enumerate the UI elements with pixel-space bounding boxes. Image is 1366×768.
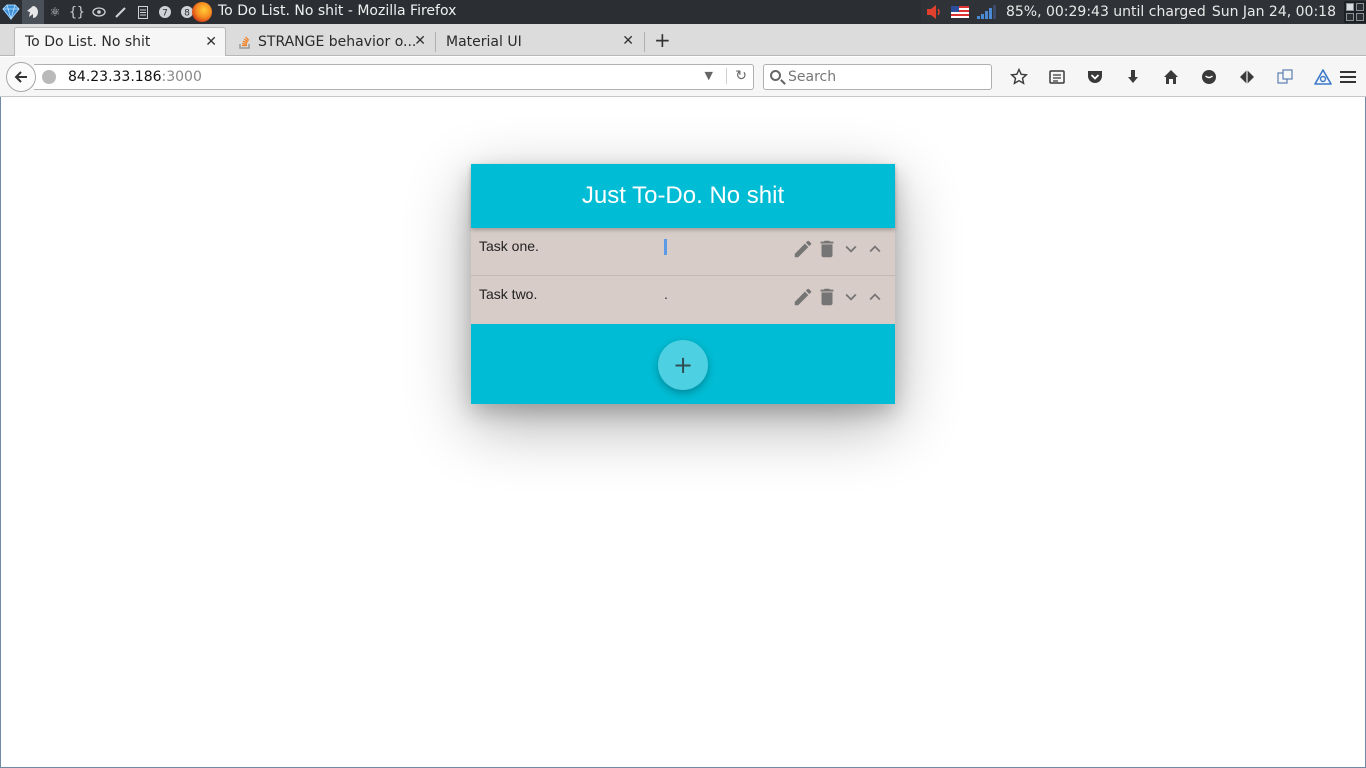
stackoverflow-icon xyxy=(239,36,250,49)
bookmark-star-icon[interactable] xyxy=(1000,65,1038,89)
site-info-icon[interactable] xyxy=(42,70,56,84)
search-icon xyxy=(770,70,781,81)
atom-icon[interactable] xyxy=(22,0,44,24)
add-task-button[interactable]: + xyxy=(658,340,708,390)
url-text[interactable]: 84.23.33.186:3000 xyxy=(68,69,202,85)
braces-icon[interactable]: {} xyxy=(66,0,88,24)
tab-material-ui[interactable]: Material UI ✕ xyxy=(436,27,642,56)
delete-icon[interactable] xyxy=(815,285,839,309)
navigation-toolbar: 84.23.33.186:3000 ▼ ↻ xyxy=(0,57,1366,97)
chevron-up-icon[interactable] xyxy=(863,285,887,309)
task-item[interactable]: Task one. xyxy=(471,228,895,276)
task-marker: . xyxy=(664,286,668,302)
chat-icon[interactable] xyxy=(1190,65,1228,89)
tab-todo[interactable]: To Do List. No shit ✕ xyxy=(14,27,226,56)
search-input[interactable] xyxy=(788,65,988,89)
history-dropdown-icon[interactable]: ▼ xyxy=(705,69,713,82)
eye-icon[interactable] xyxy=(88,0,110,24)
tab-stackoverflow[interactable]: STRANGE behavior o... ✕ xyxy=(228,27,434,56)
window-title: To Do List. No shit - Mozilla Firefox xyxy=(218,3,457,19)
svg-text:8: 8 xyxy=(184,9,190,19)
tab-strip: To Do List. No shit ✕ STRANGE behavior o… xyxy=(0,24,1366,56)
reading-list-icon[interactable] xyxy=(1038,65,1076,89)
task-text[interactable]: Task two. xyxy=(479,286,537,302)
document-icon[interactable] xyxy=(132,0,154,24)
firefox-icon xyxy=(192,2,212,22)
diamond-icon[interactable] xyxy=(0,0,22,24)
task-actions xyxy=(791,237,887,261)
react-icon[interactable]: ⚛ xyxy=(44,0,66,24)
clock[interactable]: Sun Jan 24, 00:18 xyxy=(1212,4,1336,20)
signal-icon[interactable] xyxy=(976,5,996,19)
chevron-up-icon[interactable] xyxy=(863,237,887,261)
reload-icon[interactable]: ↻ xyxy=(726,68,747,84)
url-port: :3000 xyxy=(161,69,202,85)
toolbar-icons xyxy=(1000,65,1342,89)
workspace-switcher-icon[interactable] xyxy=(1344,1,1366,23)
search-bar[interactable] xyxy=(763,64,992,90)
launcher-tray: ⚛ {} 7 8 xyxy=(0,0,198,24)
app-bar: Just To-Do. No shit xyxy=(471,164,895,228)
back-button[interactable] xyxy=(6,62,36,92)
home-icon[interactable] xyxy=(1152,65,1190,89)
edit-icon[interactable] xyxy=(791,237,815,261)
battery-status[interactable]: 85%, 00:29:43 until charged xyxy=(1006,4,1206,20)
app-title: Just To-Do. No shit xyxy=(581,182,785,209)
card-footer: + xyxy=(471,324,895,404)
address-bar[interactable]: 84.23.33.186:3000 ▼ ↻ xyxy=(34,64,754,90)
tab-divider xyxy=(644,32,645,52)
edit-icon[interactable] xyxy=(791,285,815,309)
delete-icon[interactable] xyxy=(815,237,839,261)
svg-text:7: 7 xyxy=(162,9,168,19)
url-host: 84.23.33.186 xyxy=(68,69,162,85)
close-icon[interactable]: ✕ xyxy=(414,33,426,49)
tabs-sync-icon[interactable] xyxy=(1266,65,1304,89)
close-icon[interactable]: ✕ xyxy=(622,33,634,49)
hamburger-menu-icon[interactable] xyxy=(1336,65,1360,89)
back-arrow-icon xyxy=(14,71,27,83)
text-cursor xyxy=(664,239,667,255)
chevron-down-icon[interactable] xyxy=(839,285,863,309)
us-flag-icon[interactable] xyxy=(950,6,969,18)
tab-label: Material UI xyxy=(446,33,522,50)
new-tab-button[interactable]: + xyxy=(654,28,671,52)
task-list: Task one. Task two. . xyxy=(471,228,895,324)
circle-7-icon[interactable]: 7 xyxy=(154,0,176,24)
chevron-down-icon[interactable] xyxy=(839,237,863,261)
status-tray: 85%, 00:29:43 until charged Sun Jan 24, … xyxy=(920,0,1366,24)
tab-label: STRANGE behavior o... xyxy=(258,33,417,50)
downloads-icon[interactable] xyxy=(1114,65,1152,89)
brush-icon[interactable] xyxy=(110,0,132,24)
task-item[interactable]: Task two. . xyxy=(471,276,895,324)
speaker-icon[interactable] xyxy=(925,4,943,20)
close-icon[interactable]: ✕ xyxy=(205,34,217,50)
todo-card: Just To-Do. No shit Task one. Task two. … xyxy=(471,164,895,404)
page-viewport: Just To-Do. No shit Task one. Task two. … xyxy=(0,97,1366,768)
task-actions xyxy=(791,285,887,309)
system-top-bar: ⚛ {} 7 8 To Do List. No shit - Mozilla F… xyxy=(0,0,1366,24)
tab-label: To Do List. No shit xyxy=(25,34,151,50)
task-text[interactable]: Task one. xyxy=(479,238,539,254)
extension-icon[interactable] xyxy=(1228,65,1266,89)
pocket-icon[interactable] xyxy=(1076,65,1114,89)
